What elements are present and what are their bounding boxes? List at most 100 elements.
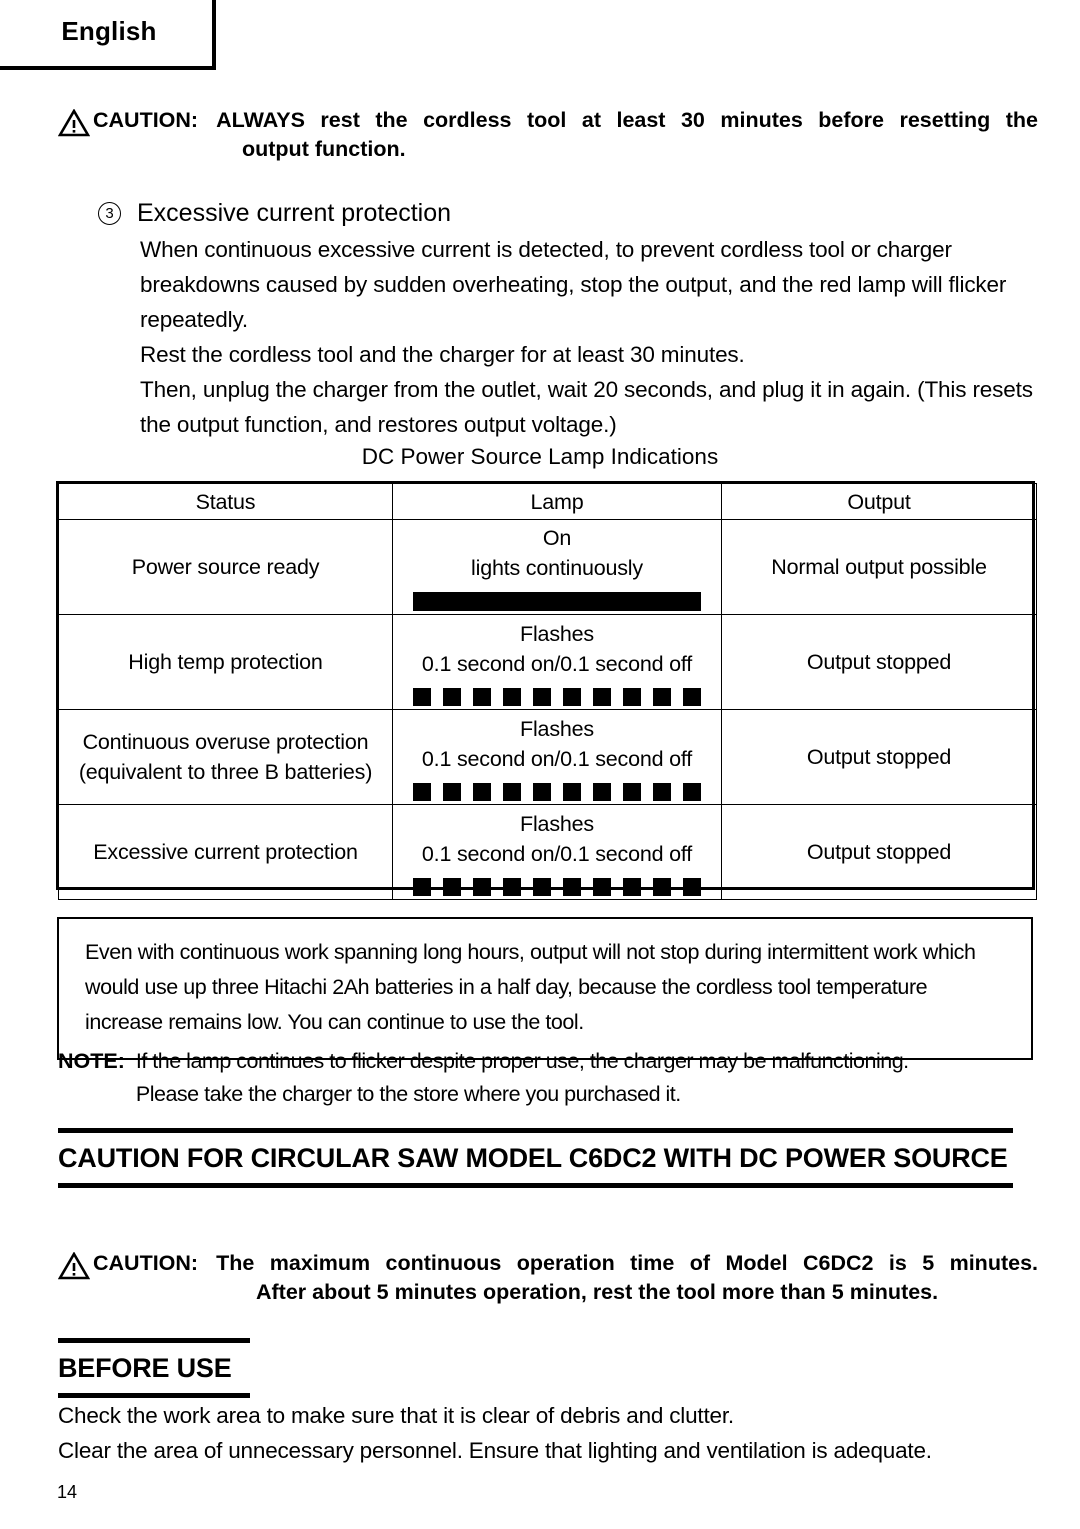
note-text: If the lamp continues to flicker despite… xyxy=(136,1045,1038,1111)
lamp-indications-table: Status Lamp Output Power source ready On… xyxy=(58,483,1037,900)
lamp-flash-dash xyxy=(413,782,431,801)
cell-status: Power source ready xyxy=(58,519,393,615)
cell-output: Output stopped xyxy=(721,614,1037,710)
lamp-line-2: 0.1 second on/0.1 second off xyxy=(421,651,693,676)
section-item-title: Excessive current protection xyxy=(137,199,452,227)
paragraph: When continuous excessive current is det… xyxy=(140,237,1007,332)
lamp-line-2: lights continuously xyxy=(471,556,643,580)
note-line-2: Please take the charger to the store whe… xyxy=(135,1082,681,1106)
lamp-line-1: Flashes xyxy=(520,811,594,836)
table-header-row: Status Lamp Output xyxy=(58,483,1037,520)
lamp-flash-dash xyxy=(443,782,461,801)
lamp-flash-dash xyxy=(563,687,581,706)
note-block: NOTE: If the lamp continues to flicker d… xyxy=(58,1045,1038,1111)
circled-number: 3 xyxy=(98,202,121,225)
caution-notice-bottom: CAUTION: The maximum continuous operatio… xyxy=(58,1249,1038,1307)
column-header-lamp: Lamp xyxy=(392,483,722,520)
lamp-flash-dash xyxy=(443,687,461,706)
lamp-flash-dash xyxy=(503,782,521,801)
lamp-flash-dash xyxy=(473,877,491,896)
caution-text-line-2: output function. xyxy=(242,137,406,161)
lamp-flash-dash xyxy=(563,877,581,896)
lamp-flash-pattern-icon xyxy=(413,687,701,706)
lamp-flash-dash xyxy=(473,782,491,801)
info-callout-box: Even with continuous work spanning long … xyxy=(57,917,1033,1060)
warning-triangle-icon xyxy=(58,1252,90,1280)
cell-output: Normal output possible xyxy=(721,519,1037,615)
lamp-line-2: 0.1 second on/0.1 second off xyxy=(421,746,693,771)
section-heading-text: BEFORE USE xyxy=(58,1353,232,1383)
language-tab-label: English xyxy=(61,15,157,46)
column-header-status: Status xyxy=(58,483,393,520)
lamp-line-1: On xyxy=(542,526,572,550)
caution-notice-top: CAUTION: ALWAYS rest the cordless tool a… xyxy=(58,106,1038,164)
page-number: 14 xyxy=(57,1482,78,1502)
section-heading-caution-saw: CAUTION FOR CIRCULAR SAW MODEL C6DC2 WIT… xyxy=(58,1128,1013,1188)
cell-output: Output stopped xyxy=(721,709,1037,805)
table-row: High temp protection Flashes 0.1 second … xyxy=(58,614,1037,710)
section-heading-before-use: BEFORE USE xyxy=(58,1338,250,1398)
caution-label: CAUTION: xyxy=(93,108,199,132)
lamp-line-2: 0.1 second on/0.1 second off xyxy=(421,841,693,866)
lamp-flash-dash xyxy=(653,782,671,801)
cell-lamp: On lights continuously xyxy=(392,519,722,615)
lamp-flash-dash xyxy=(563,782,581,801)
note-label: NOTE: xyxy=(58,1049,125,1073)
caution-notice-top-body: CAUTION: ALWAYS rest the cordless tool a… xyxy=(93,106,1038,164)
lamp-flash-dash xyxy=(623,687,641,706)
table-row: Power source ready On lights continuousl… xyxy=(58,519,1037,615)
paragraph: Then, unplug the charger from the outlet… xyxy=(140,377,1033,437)
lamp-flash-dash xyxy=(683,687,701,706)
paragraph: Check the work area to make sure that it… xyxy=(58,1403,734,1428)
lamp-flash-dash xyxy=(503,877,521,896)
lamp-line-1: Flashes xyxy=(520,716,594,741)
rule-line xyxy=(58,1183,1013,1188)
cell-status-line-1: Continuous overuse protection xyxy=(82,730,369,754)
cell-status: Continuous overuse protection (equivalen… xyxy=(58,709,393,805)
caution-text-line-1: ALWAYS rest the cordless tool at least 3… xyxy=(216,108,1038,132)
lamp-flash-dash xyxy=(593,877,611,896)
caution-label: CAUTION: xyxy=(93,1251,199,1275)
language-tab: English xyxy=(0,0,216,70)
lamp-flash-pattern-icon xyxy=(413,782,701,801)
lamp-flash-dash xyxy=(653,877,671,896)
cell-status-line-2: (equivalent to three B batteries) xyxy=(78,760,373,784)
lamp-flash-dash xyxy=(533,687,551,706)
table-row: Continuous overuse protection (equivalen… xyxy=(58,709,1037,805)
lamp-flash-dash xyxy=(623,782,641,801)
caution-notice-bottom-body: CAUTION: The maximum continuous operatio… xyxy=(93,1249,1038,1307)
lamp-flash-dash xyxy=(473,687,491,706)
lamp-flash-dash xyxy=(413,687,431,706)
cell-lamp: Flashes 0.1 second on/0.1 second off xyxy=(392,709,722,805)
cell-status: Excessive current protection xyxy=(58,804,393,900)
lamp-line-1: Flashes xyxy=(520,621,594,646)
lamp-flash-dash xyxy=(443,877,461,896)
lamp-flash-dash xyxy=(623,877,641,896)
table-row: Excessive current protection Flashes 0.1… xyxy=(58,804,1037,900)
paragraph: Clear the area of unnecessary personnel.… xyxy=(58,1438,932,1463)
lamp-flash-dash xyxy=(533,782,551,801)
lamp-solid-bar-icon xyxy=(413,592,701,611)
lamp-flash-dash xyxy=(593,782,611,801)
warning-triangle-icon xyxy=(58,109,90,137)
lamp-flash-dash xyxy=(683,782,701,801)
info-callout-text: Even with continuous work spanning long … xyxy=(85,940,976,1034)
lamp-flash-dash xyxy=(503,687,521,706)
lamp-flash-dash xyxy=(653,687,671,706)
cell-lamp: Flashes 0.1 second on/0.1 second off xyxy=(392,804,722,900)
section-heading-text: CAUTION FOR CIRCULAR SAW MODEL C6DC2 WIT… xyxy=(58,1143,1008,1173)
paragraph: Rest the cordless tool and the charger f… xyxy=(140,342,745,367)
lamp-flash-pattern-icon xyxy=(413,877,701,896)
section-item-body: When continuous excessive current is det… xyxy=(140,232,1040,442)
caution-text-line-2: After about 5 minutes operation, rest th… xyxy=(256,1280,939,1304)
column-header-output: Output xyxy=(721,483,1037,520)
lamp-flash-dash xyxy=(413,877,431,896)
lamp-flash-dash xyxy=(533,877,551,896)
cell-output: Output stopped xyxy=(721,804,1037,900)
table-caption: DC Power Source Lamp Indications xyxy=(361,444,719,469)
cell-status: High temp protection xyxy=(58,614,393,710)
closing-paragraphs: Check the work area to make sure that it… xyxy=(58,1398,1043,1468)
lamp-flash-dash xyxy=(593,687,611,706)
caution-text-line-1: The maximum continuous operation time of… xyxy=(216,1251,1038,1275)
cell-lamp: Flashes 0.1 second on/0.1 second off xyxy=(392,614,722,710)
